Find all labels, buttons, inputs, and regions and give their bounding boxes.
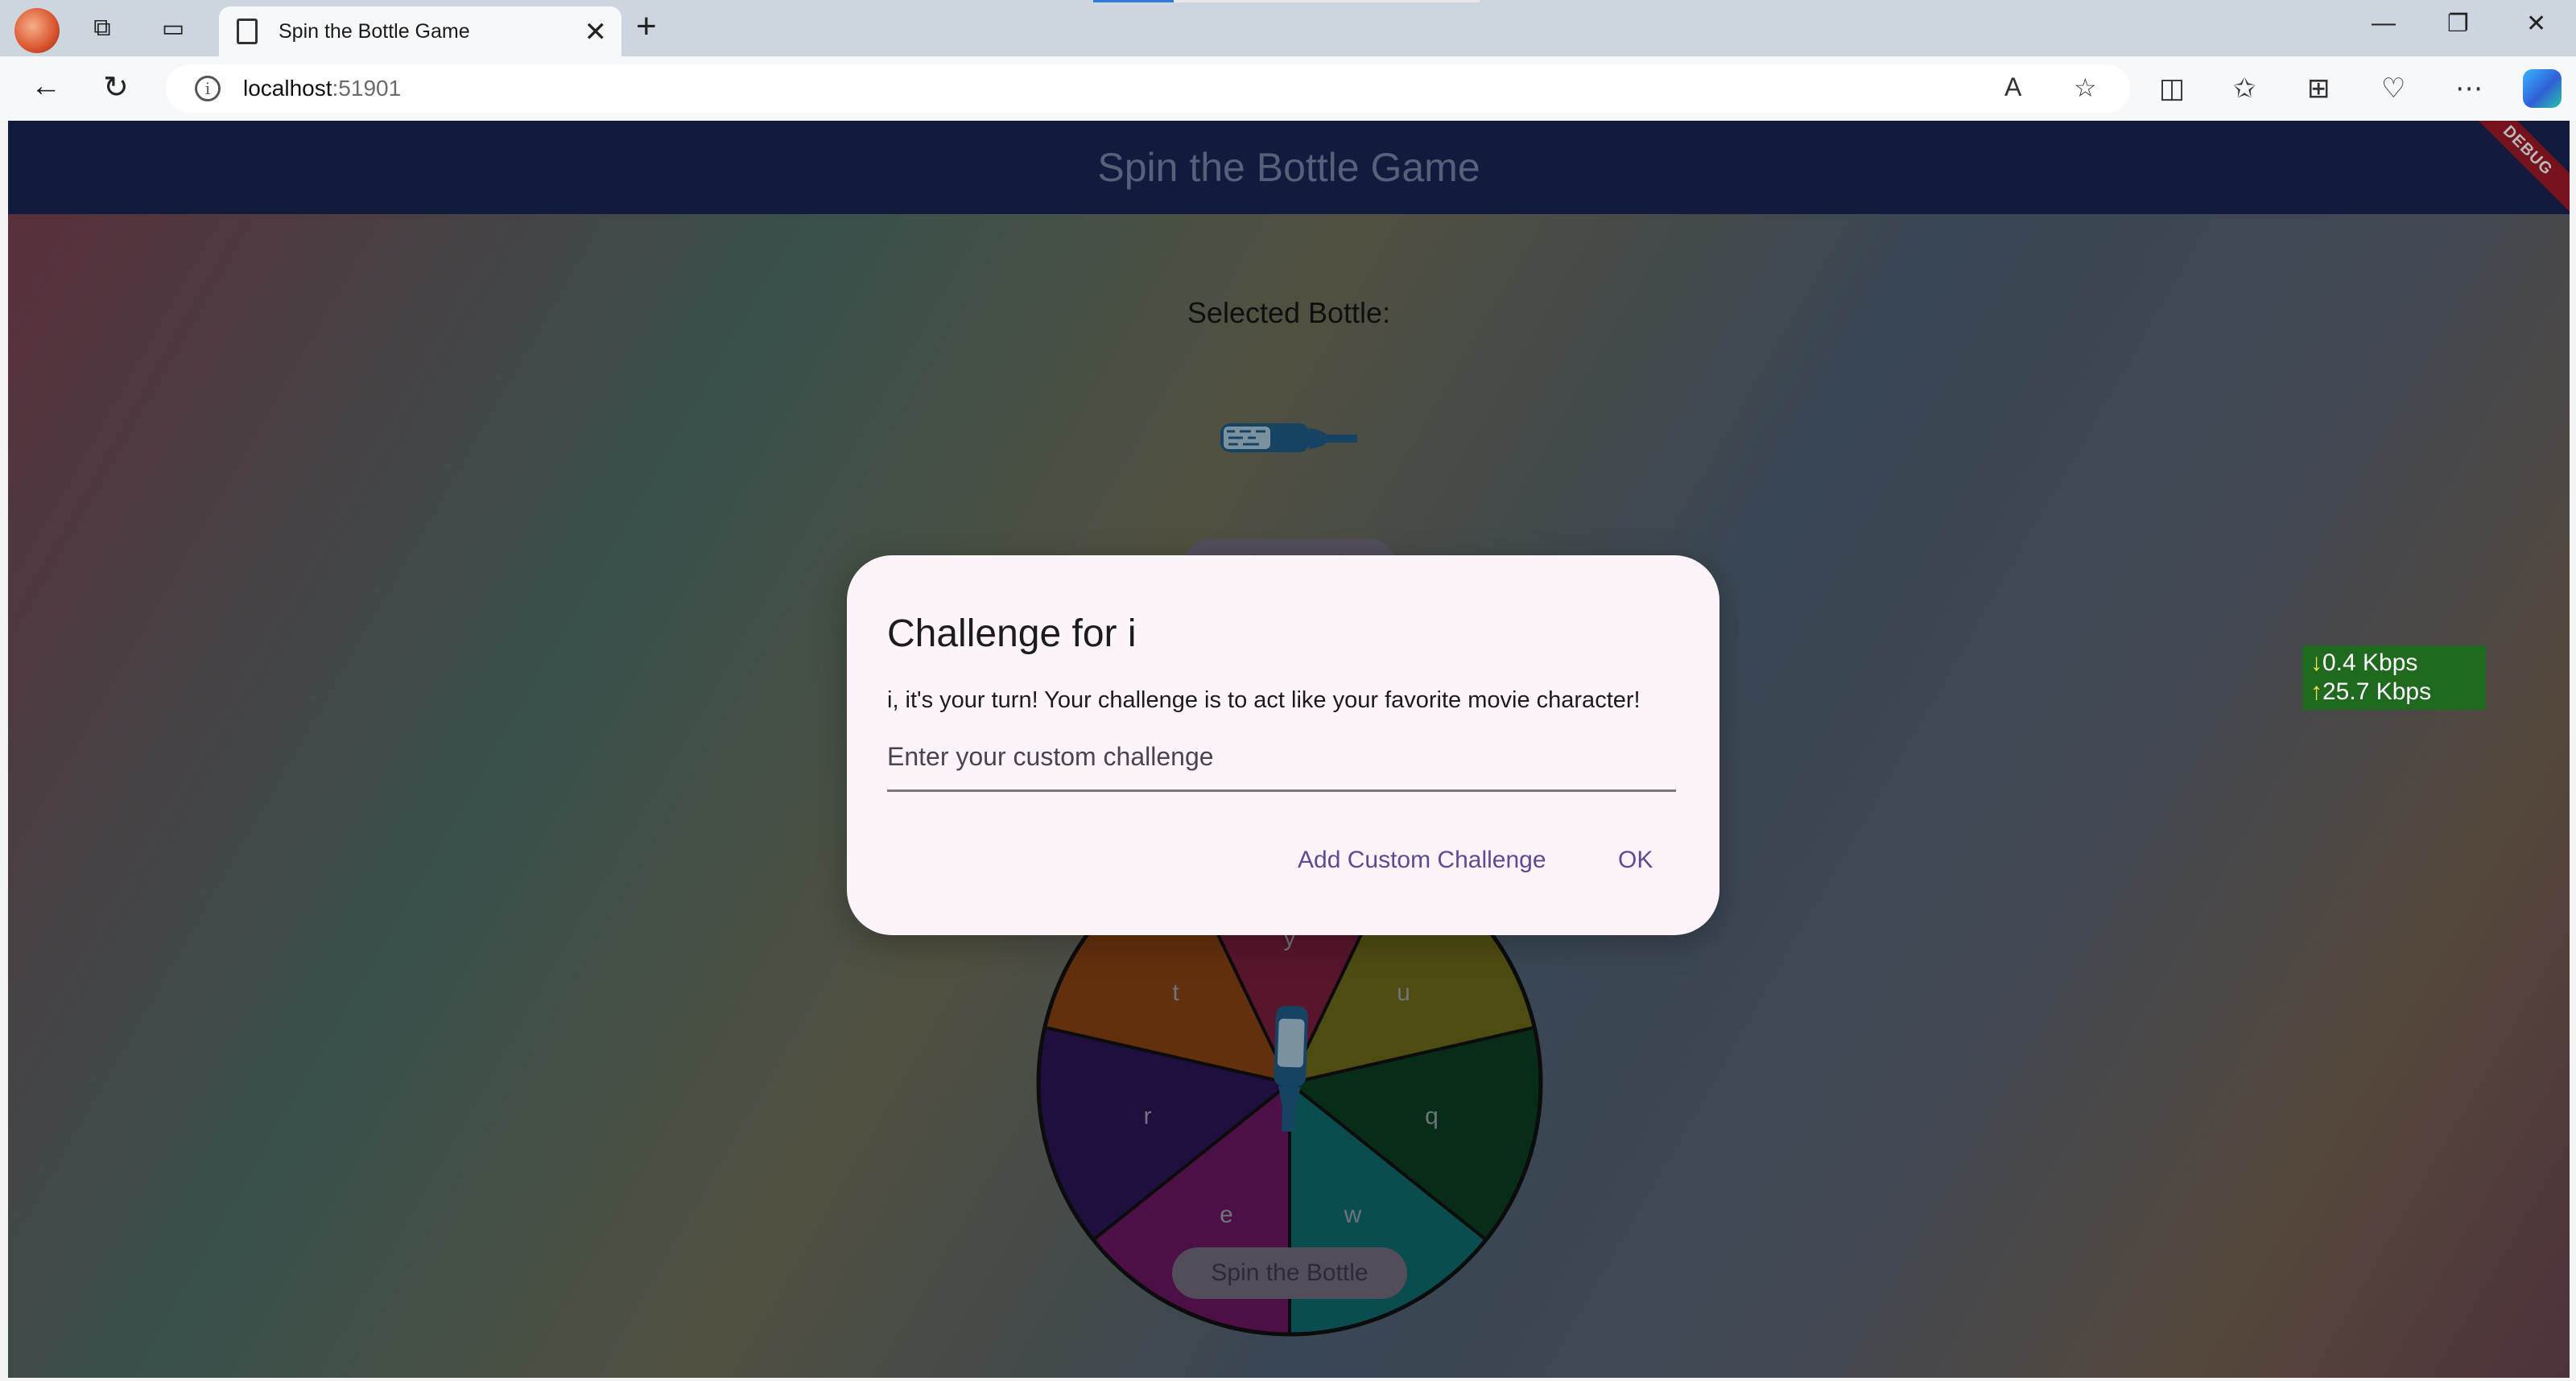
profile-avatar-icon[interactable] bbox=[14, 8, 60, 53]
page-icon bbox=[237, 19, 258, 44]
minimize-icon[interactable]: — bbox=[2372, 10, 2396, 37]
split-screen-icon[interactable]: ◫ bbox=[2159, 72, 2185, 105]
upload-speed: ↑25.7 Kbps bbox=[2310, 678, 2432, 705]
vertical-tabs-icon[interactable]: ▭ bbox=[155, 10, 192, 47]
collections-icon[interactable]: ⊞ bbox=[2307, 72, 2330, 105]
site-info-icon[interactable]: i bbox=[195, 76, 221, 101]
url-port: :51901 bbox=[332, 76, 402, 101]
download-speed: ↓0.4 Kbps bbox=[2310, 649, 2418, 676]
close-tab-icon[interactable]: ✕ bbox=[584, 16, 608, 48]
new-tab-icon[interactable]: + bbox=[636, 6, 657, 47]
browser-essentials-icon[interactable]: ♡ bbox=[2381, 72, 2405, 105]
challenge-message: i, it's your turn! Your challenge is to … bbox=[887, 687, 1641, 713]
url-text[interactable]: localhost:51901 bbox=[243, 76, 401, 101]
custom-challenge-input[interactable] bbox=[887, 724, 1676, 792]
up-arrow-icon: ↑ bbox=[2310, 678, 2322, 705]
network-speed-overlay: ↓0.4 Kbps ↑25.7 Kbps bbox=[2302, 645, 2486, 710]
window-close-icon[interactable]: ✕ bbox=[2526, 10, 2546, 38]
ok-button[interactable]: OK bbox=[1618, 847, 1653, 874]
workspaces-icon[interactable]: ⧉ bbox=[84, 10, 121, 47]
dialog-title: Challenge for i bbox=[887, 612, 1137, 655]
favorites-icon[interactable]: ✩ bbox=[2233, 72, 2256, 105]
refresh-icon[interactable]: ↻ bbox=[103, 69, 129, 105]
url-host: localhost bbox=[243, 76, 332, 101]
loading-indicator bbox=[1093, 0, 1174, 2]
address-toolbar: ← ↻ i localhost:51901 A ☆ bbox=[0, 56, 2576, 121]
address-bar[interactable]: i localhost:51901 bbox=[166, 64, 2130, 113]
read-aloud-icon[interactable]: A bbox=[2004, 72, 2021, 102]
add-custom-challenge-button[interactable]: Add Custom Challenge bbox=[1298, 847, 1546, 874]
tab-strip: ⧉ ▭ Spin the Bottle Game ✕ + — ❐ ✕ bbox=[0, 0, 2576, 56]
more-menu-icon[interactable]: ⋯ bbox=[2455, 72, 2483, 105]
down-arrow-icon: ↓ bbox=[2310, 649, 2322, 676]
tab-title: Spin the Bottle Game bbox=[279, 19, 470, 43]
restore-icon[interactable]: ❐ bbox=[2447, 10, 2469, 38]
back-icon[interactable]: ← bbox=[31, 69, 61, 104]
challenge-dialog: Challenge for i i, it's your turn! Your … bbox=[847, 555, 1719, 935]
copilot-icon[interactable] bbox=[2523, 69, 2562, 108]
browser-tab[interactable]: Spin the Bottle Game ✕ bbox=[219, 6, 621, 56]
loading-track bbox=[1174, 0, 1480, 2]
favorite-star-icon[interactable]: ☆ bbox=[2074, 72, 2097, 103]
